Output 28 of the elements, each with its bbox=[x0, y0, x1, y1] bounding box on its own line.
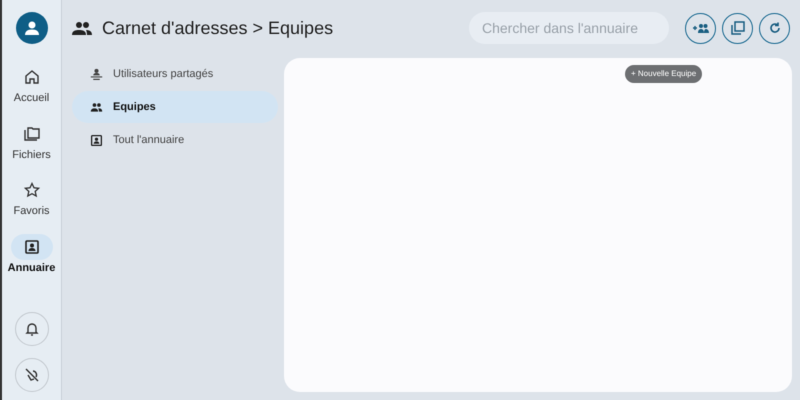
folder-icon bbox=[24, 126, 40, 142]
copy-icon bbox=[730, 21, 744, 35]
theme-off-icon bbox=[24, 367, 40, 383]
bell-icon bbox=[24, 321, 40, 337]
refresh-icon bbox=[768, 22, 780, 34]
refresh-button[interactable] bbox=[759, 12, 790, 44]
home-icon bbox=[24, 69, 40, 85]
sidebar-item[interactable]: Equipes bbox=[72, 91, 278, 123]
new-team-button[interactable] bbox=[685, 12, 716, 44]
sidebar-item[interactable]: Tout l'annuaire bbox=[72, 124, 278, 156]
search-field[interactable]: Chercher dans l'annuaire bbox=[469, 12, 669, 44]
group-icon bbox=[90, 100, 103, 114]
nav-item[interactable]: Fichiers bbox=[10, 120, 52, 163]
star-icon bbox=[24, 182, 40, 198]
contact-icon bbox=[24, 238, 40, 254]
tooltip: + Nouvelle Equipe bbox=[625, 64, 702, 82]
sidebar-item[interactable]: Utilisateurs partagés bbox=[72, 58, 278, 90]
nav-item[interactable]: Accueil bbox=[10, 64, 52, 106]
contact-icon bbox=[90, 134, 103, 146]
person-icon bbox=[90, 68, 103, 80]
copy-button[interactable] bbox=[722, 12, 753, 44]
notification-button[interactable] bbox=[14, 312, 48, 346]
theme-button[interactable] bbox=[14, 358, 48, 392]
page-title: Carnet d'adresses > Equipes bbox=[102, 16, 334, 40]
add-group-icon bbox=[692, 23, 708, 33]
nav-item[interactable]: Favoris bbox=[10, 177, 52, 220]
avatar-icon[interactable] bbox=[16, 12, 48, 44]
group-icon bbox=[72, 21, 92, 35]
